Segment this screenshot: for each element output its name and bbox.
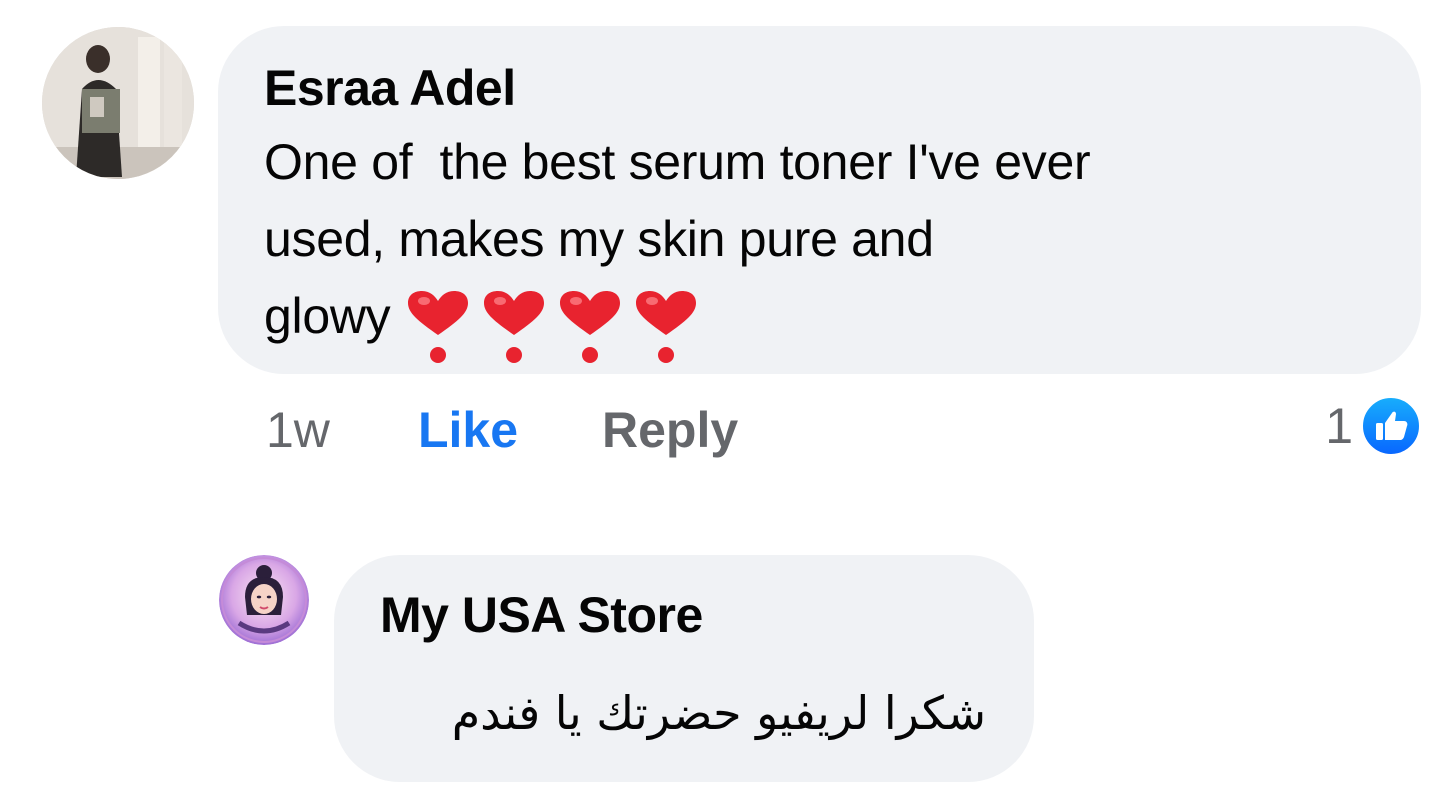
like-button[interactable]: Like: [418, 398, 602, 462]
heart-exclamation-icon: [559, 290, 620, 363]
reply-button[interactable]: Reply: [602, 398, 738, 462]
heart-exclamation-icon: [483, 290, 544, 363]
comment-text: One of the best serum toner I've ever us…: [264, 124, 1373, 365]
comment-thread: Esraa Adel One of the best serum toner I…: [0, 0, 1445, 789]
comment-timestamp[interactable]: 1w: [266, 398, 418, 462]
store-avatar[interactable]: [219, 555, 309, 645]
heart-exclamation-icon: [407, 290, 468, 363]
commenter-avatar[interactable]: [42, 27, 194, 179]
store-logo: [219, 555, 309, 645]
reaction-summary[interactable]: 1: [1325, 396, 1421, 456]
like-badge-icon: [1361, 396, 1421, 456]
reply-text: شكرا لريفيو حضرتك يا فندم: [451, 686, 986, 740]
reply-bubble: My USA Store شكرا لريفيو حضرتك يا فندم: [334, 555, 1034, 782]
heart-emoji-group: [404, 286, 708, 365]
comment-bubble: Esraa Adel One of the best serum toner I…: [218, 26, 1421, 374]
comment-actions: 1w Like Reply: [266, 398, 738, 462]
comment-author-name[interactable]: Esraa Adel: [264, 56, 1373, 120]
reply-author-name[interactable]: My USA Store: [380, 583, 986, 647]
heart-exclamation-icon: [635, 290, 696, 363]
reaction-count: 1: [1325, 398, 1353, 454]
commenter-photo: [42, 27, 194, 179]
